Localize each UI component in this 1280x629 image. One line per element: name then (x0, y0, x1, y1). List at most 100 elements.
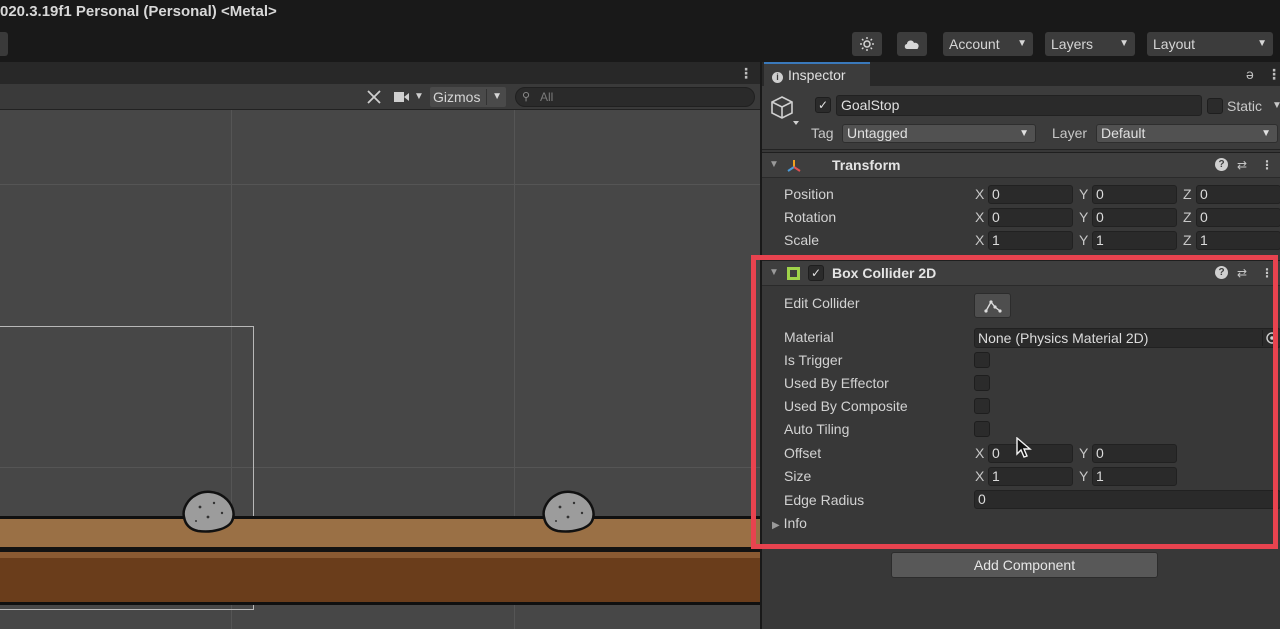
chevron-down-icon: ▼ (492, 91, 502, 102)
more-options-icon[interactable]: ⋮ (1267, 67, 1280, 81)
account-dropdown[interactable]: Account ▼ (943, 32, 1033, 56)
layers-dropdown[interactable]: Layers ▼ (1045, 32, 1135, 56)
window-title: 020.3.19f1 Personal (Personal) <Metal> (0, 3, 277, 20)
foldout-triangle-icon[interactable]: ▼ (769, 267, 779, 278)
y-axis-label[interactable]: Y (1079, 209, 1088, 225)
size-y-field[interactable]: 1 (1092, 467, 1177, 486)
used-by-composite-checkbox[interactable] (974, 398, 990, 414)
camera-icon (394, 92, 409, 102)
y-axis-label[interactable]: Y (1079, 445, 1088, 461)
help-icon[interactable]: ? (1215, 158, 1228, 171)
chevron-down-icon: ▼ (1261, 128, 1271, 139)
edit-collider-button[interactable] (974, 293, 1011, 318)
layout-dropdown[interactable]: Layout ▼ (1147, 32, 1273, 56)
x-axis-label[interactable]: X (975, 186, 984, 202)
scene-view[interactable]: ⋮ ▼ Gizmos ▼ ⚲ All (0, 62, 760, 629)
help-icon[interactable]: ? (1215, 266, 1228, 279)
y-axis-label[interactable]: Y (1079, 468, 1088, 484)
y-axis-label[interactable]: Y (1079, 186, 1088, 202)
rotation-y-field[interactable]: 0 (1092, 208, 1177, 227)
auto-tiling-label: Auto Tiling (784, 421, 850, 437)
chevron-down-icon: ▼ (1017, 38, 1027, 49)
box-collider-icon (787, 267, 800, 280)
position-x-field[interactable]: 0 (988, 185, 1073, 204)
offset-label: Offset (784, 445, 822, 461)
gameobject-name-field[interactable]: GoalStop (836, 95, 1202, 116)
object-picker-icon[interactable] (1262, 330, 1278, 346)
x-axis-label[interactable]: X (975, 445, 984, 461)
transform-header[interactable]: ▼ Transform ? ⇄ ⋮ (762, 152, 1280, 178)
box-collider-enabled-checkbox[interactable]: ✓ (808, 265, 824, 281)
transform-title: Transform (832, 157, 901, 173)
gameobject-cube-icon[interactable] (770, 94, 800, 126)
toolbar-left-button[interactable] (0, 32, 8, 56)
gameobject-active-checkbox[interactable]: ✓ (815, 97, 831, 113)
edge-radius-field[interactable]: 0 (974, 490, 1280, 509)
layer-dropdown[interactable]: Default ▼ (1096, 124, 1278, 143)
tools-button[interactable] (366, 87, 382, 107)
tag-dropdown[interactable]: Untagged ▼ (842, 124, 1036, 143)
z-axis-label[interactable]: Z (1183, 232, 1192, 248)
scale-z-field[interactable]: 1 (1196, 231, 1280, 250)
more-options-icon[interactable]: ⋮ (1261, 266, 1273, 280)
offset-y-field[interactable]: 0 (1092, 444, 1177, 463)
static-label: Static (1227, 98, 1263, 114)
x-axis-label[interactable]: X (975, 468, 984, 484)
auto-tiling-checkbox[interactable] (974, 421, 990, 437)
light-icon (860, 37, 874, 51)
rock-sprite[interactable] (538, 487, 598, 535)
material-value: None (Physics Material 2D) (978, 330, 1149, 346)
scene-search-input[interactable]: ⚲ All (515, 87, 755, 107)
static-checkbox[interactable] (1207, 98, 1223, 114)
layer-value: Default (1101, 125, 1146, 141)
presets-icon[interactable]: ⇄ (1237, 158, 1247, 172)
add-component-button[interactable]: Add Component (891, 552, 1158, 578)
cloud-button[interactable] (897, 32, 927, 56)
position-y-field[interactable]: 0 (1092, 185, 1177, 204)
info-icon: i (772, 72, 783, 83)
tag-label: Tag (811, 125, 834, 141)
gameobject-header: ✓ GoalStop Static ▼ Tag Untagged ▼ Layer… (762, 86, 1280, 150)
box-collider-header[interactable]: ▼ ✓ Box Collider 2D ? ⇄ ⋮ (762, 260, 1280, 286)
scene-search-placeholder: All (540, 90, 554, 104)
material-object-field[interactable]: None (Physics Material 2D) (974, 328, 1280, 348)
chevron-down-icon[interactable]: ▼ (1272, 100, 1280, 111)
wrench-icon (367, 90, 381, 104)
ground-base[interactable] (0, 552, 760, 605)
y-axis-label[interactable]: Y (1079, 232, 1088, 248)
camera-button[interactable]: ▼ (394, 87, 426, 107)
rotation-z-field[interactable]: 0 (1196, 208, 1280, 227)
ground-stripe (0, 552, 760, 558)
ground-surface[interactable] (0, 516, 760, 547)
scale-y-field[interactable]: 1 (1092, 231, 1177, 250)
scene-toolbar: ▼ Gizmos ▼ ⚲ All (0, 84, 760, 110)
z-axis-label[interactable]: Z (1183, 209, 1192, 225)
rock-sprite[interactable] (178, 487, 238, 535)
lock-icon[interactable]: ə (1246, 66, 1254, 82)
size-label: Size (784, 468, 812, 484)
z-axis-label[interactable]: Z (1183, 186, 1192, 202)
foldout-triangle-icon[interactable]: ▼ (769, 159, 779, 170)
edit-collider-icon (984, 300, 1002, 313)
x-axis-label[interactable]: X (975, 209, 984, 225)
edge-radius-label: Edge Radius (784, 492, 865, 508)
inspector-tab-label: Inspector (788, 67, 846, 83)
light-toggle-button[interactable] (852, 32, 882, 56)
x-axis-label[interactable]: X (975, 232, 984, 248)
scale-z-value: 1 (1200, 232, 1208, 248)
more-options-icon[interactable]: ⋮ (1261, 158, 1273, 172)
box-collider-title: Box Collider 2D (832, 265, 937, 281)
position-z-field[interactable]: 0 (1196, 185, 1280, 204)
size-x-field[interactable]: 1 (988, 467, 1073, 486)
rotation-x-field[interactable]: 0 (988, 208, 1073, 227)
info-foldout[interactable]: ▶ Info (772, 515, 807, 531)
is-trigger-checkbox[interactable] (974, 352, 990, 368)
presets-icon[interactable]: ⇄ (1237, 266, 1247, 280)
offset-x-value: 0 (992, 445, 1000, 461)
gizmos-dropdown[interactable]: Gizmos ▼ (430, 87, 506, 107)
more-options-icon[interactable]: ⋮ (739, 66, 753, 80)
used-by-effector-checkbox[interactable] (974, 375, 990, 391)
tab-inspector[interactable]: i Inspector (764, 62, 870, 86)
rotation-x-value: 0 (992, 209, 1000, 225)
scale-x-field[interactable]: 1 (988, 231, 1073, 250)
